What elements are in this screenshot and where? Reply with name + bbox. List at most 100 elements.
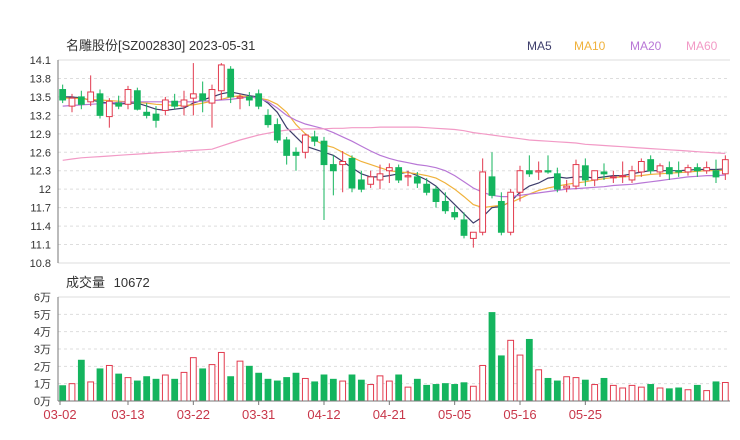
candle bbox=[693, 163, 701, 177]
volume-bars bbox=[59, 312, 729, 402]
x-tick-label: 03-02 bbox=[43, 407, 76, 422]
volume-bar bbox=[348, 374, 356, 402]
volume-bar bbox=[619, 387, 627, 402]
candle-body bbox=[264, 114, 272, 126]
volume-bar bbox=[647, 384, 655, 402]
volume-bar bbox=[413, 378, 421, 402]
volume-bar bbox=[339, 380, 347, 402]
candle-body bbox=[357, 179, 365, 190]
candle bbox=[283, 136, 291, 165]
x-tick-label: 05-05 bbox=[438, 407, 471, 422]
candle-body bbox=[320, 140, 328, 166]
candle-body bbox=[273, 124, 281, 141]
volume-bar bbox=[329, 378, 337, 402]
candle bbox=[637, 158, 645, 177]
candle-body bbox=[292, 151, 300, 156]
candle bbox=[255, 89, 263, 110]
volume-bar bbox=[180, 371, 188, 402]
chart-stage: 名雕股份[SZ002830] 2023-05-31 MA5 MA10 MA20 MA6… bbox=[0, 0, 740, 440]
volume-bar bbox=[460, 382, 468, 402]
moving-averages bbox=[62, 91, 726, 224]
candle bbox=[96, 89, 104, 119]
candle bbox=[264, 109, 272, 128]
candle bbox=[628, 165, 636, 184]
candle-body bbox=[563, 185, 571, 189]
x-tick-label: 05-16 bbox=[503, 407, 536, 422]
candle-body bbox=[311, 136, 319, 142]
x-tick-label: 03-13 bbox=[111, 407, 144, 422]
candle bbox=[180, 90, 188, 116]
volume-bar bbox=[628, 384, 636, 402]
candle bbox=[479, 158, 487, 236]
volume-bar bbox=[133, 380, 141, 402]
kline-y-axis: 14.1 13.8 13.5 13.2 12.9 12.6 12.3 12 11.7 11.4 11… bbox=[30, 55, 51, 270]
volume-y-tick: 1万 bbox=[34, 379, 51, 391]
candle-body bbox=[339, 161, 347, 166]
candle-body bbox=[96, 93, 104, 116]
candle bbox=[703, 161, 711, 174]
volume-bar bbox=[684, 389, 692, 402]
volume-bar bbox=[245, 365, 253, 402]
candle-body bbox=[693, 167, 701, 172]
candle bbox=[544, 155, 552, 174]
candle-body bbox=[301, 134, 309, 153]
candle-body bbox=[675, 170, 683, 173]
kline-y-tick: 14.1 bbox=[30, 55, 51, 67]
volume-y-axis: 6万5万4万3万2万1万0万 bbox=[34, 292, 51, 408]
candle-body bbox=[161, 99, 169, 111]
candle-body bbox=[236, 96, 244, 99]
volume-bar bbox=[488, 312, 496, 402]
candle-body bbox=[217, 64, 225, 92]
candle bbox=[535, 161, 543, 180]
candle-body bbox=[721, 159, 729, 175]
candle-body bbox=[143, 111, 151, 116]
volume-value: 10672 bbox=[114, 275, 150, 290]
candle bbox=[320, 136, 328, 220]
kline-grid bbox=[57, 59, 730, 264]
volume-bar bbox=[703, 390, 711, 402]
volume-bar bbox=[553, 380, 561, 402]
volume-bar bbox=[152, 378, 160, 402]
volume-bar bbox=[441, 383, 449, 402]
kline-y-tick: 11.7 bbox=[30, 203, 51, 215]
candle bbox=[619, 161, 627, 184]
kline-y-tick: 11.4 bbox=[30, 221, 51, 233]
candle-body bbox=[441, 200, 449, 212]
volume-bar bbox=[124, 377, 132, 402]
candle-body bbox=[535, 170, 543, 173]
volume-bar bbox=[563, 376, 571, 402]
volume-bar bbox=[171, 378, 179, 402]
volume-bar bbox=[665, 388, 673, 402]
candle-body bbox=[124, 89, 132, 105]
ma-legend: MA5 MA10 MA20 MA60 bbox=[527, 39, 718, 53]
candle-body bbox=[199, 93, 207, 101]
candle-body bbox=[553, 173, 561, 190]
candle bbox=[507, 189, 515, 236]
candle-body bbox=[469, 231, 477, 239]
date-x-axis: 03-02 03-13 03-22 03-31 04-12 04-21 05-05 05-16… bbox=[43, 400, 730, 422]
volume-bar bbox=[544, 377, 552, 402]
candle bbox=[684, 164, 692, 176]
candle-body bbox=[404, 175, 412, 178]
kline-y-tick: 11.1 bbox=[30, 240, 51, 252]
candle-body bbox=[712, 170, 720, 178]
candle-body bbox=[684, 167, 692, 173]
stock-chart: 名雕股份[SZ002830] 2023-05-31 MA5 MA10 MA20 MA6… bbox=[30, 38, 730, 422]
candle-body bbox=[77, 96, 85, 105]
volume-bar bbox=[264, 378, 272, 402]
volume-label: 成交量 10672 bbox=[66, 275, 150, 290]
candle-body bbox=[376, 173, 384, 181]
x-tick-label: 05-25 bbox=[569, 407, 602, 422]
volume-bar bbox=[497, 355, 505, 402]
volume-bar bbox=[385, 380, 393, 402]
candle bbox=[469, 231, 477, 248]
volume-bar bbox=[115, 373, 123, 402]
candle bbox=[105, 98, 113, 128]
candle-body bbox=[245, 96, 253, 101]
volume-bar bbox=[609, 384, 617, 402]
candle-body bbox=[637, 161, 645, 173]
volume-bar bbox=[572, 377, 580, 402]
volume-bar bbox=[600, 377, 608, 402]
volume-bar bbox=[161, 374, 169, 402]
candle-body bbox=[413, 176, 421, 184]
